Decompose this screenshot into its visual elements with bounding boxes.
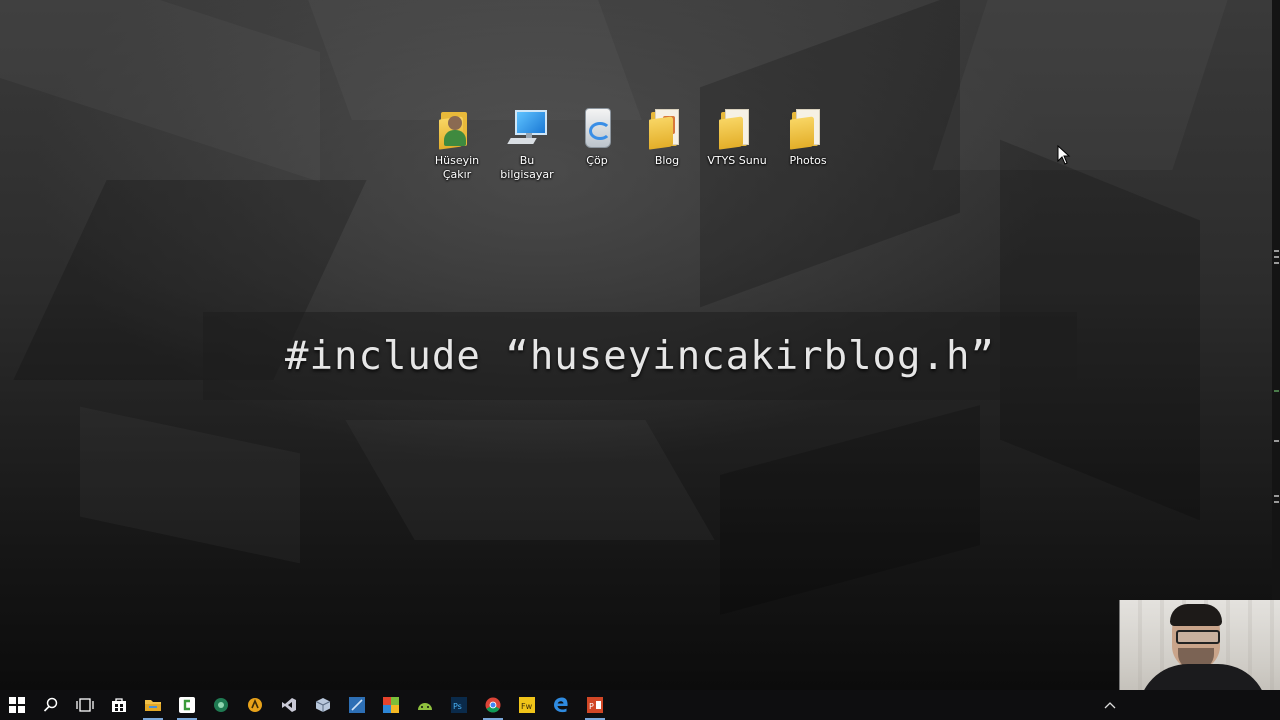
desktop-icon-vtys-sunu[interactable]: VTYS Sunu (702, 106, 772, 168)
show-hidden-icons-button[interactable] (1100, 690, 1120, 720)
blue-app-icon (349, 697, 365, 713)
folder-icon (786, 106, 830, 150)
edge-icon (554, 697, 568, 713)
chrome-button[interactable] (476, 690, 510, 720)
desktop-icon-recycle-bin[interactable]: Çöp (562, 106, 632, 168)
app-colorful-button[interactable] (374, 690, 408, 720)
desktop-icon-label: Çöp (586, 154, 608, 167)
wallpaper-facet (80, 407, 300, 564)
edge-button[interactable] (544, 690, 578, 720)
desktop-icon-photos[interactable]: Photos (773, 106, 843, 168)
yellow-app-icon (248, 698, 262, 712)
desktop-icon-label: Photos (789, 154, 827, 167)
android-button[interactable] (408, 690, 442, 720)
wallpaper-facet (308, 0, 642, 120)
visual-studio-button[interactable] (272, 690, 306, 720)
wallpaper-facet (0, 0, 320, 182)
search-button[interactable] (34, 690, 68, 720)
recycle-bin-icon (575, 106, 619, 150)
start-button[interactable] (0, 690, 34, 720)
computer-icon (505, 106, 549, 150)
desktop-icon-label: Çakır (442, 168, 472, 181)
powerpoint-button[interactable]: P (578, 690, 612, 720)
glasses (1176, 630, 1220, 644)
android-icon (418, 703, 432, 710)
folder-icon (645, 106, 689, 150)
search-icon (43, 697, 58, 712)
file-explorer-button[interactable] (136, 690, 170, 720)
desktop-icon-user-folder[interactable]: Hüseyin Çakır (422, 106, 492, 182)
app-blue-button[interactable] (340, 690, 374, 720)
app-yellow-button[interactable] (238, 690, 272, 720)
svg-text:P: P (589, 702, 594, 711)
svg-text:Fw: Fw (521, 702, 533, 711)
windows-logo-icon (9, 697, 25, 713)
wallpaper-facet (932, 0, 1227, 170)
code-banner: #include “huseyincakirblog.h” (203, 312, 1077, 400)
taskbar: Ps Fw P (0, 690, 1280, 720)
green-app-icon (214, 698, 228, 712)
desktop-icon-label: Bu bilgisayar (500, 154, 554, 181)
visual-studio-icon (282, 698, 296, 712)
multicolor-app-icon (383, 697, 399, 713)
wallpaper-facet (720, 405, 980, 615)
chrome-icon (485, 697, 501, 713)
camtasia-icon (179, 697, 195, 713)
desktop-icon-blog[interactable]: Blog (632, 106, 702, 168)
file-explorer-icon (145, 700, 161, 711)
svg-text:Ps: Ps (453, 702, 462, 711)
app-cube-button[interactable] (306, 690, 340, 720)
chevron-up-icon (1104, 702, 1116, 709)
desktop-icon-label: VTYS Sunu (707, 154, 767, 167)
side-strip (1272, 0, 1280, 600)
desktop-background: Hüseyin Çakır Bu bilgisayar Çöp Blog VTY… (0, 0, 1280, 720)
wallpaper-facet (345, 420, 714, 540)
user-folder-icon (435, 106, 479, 150)
fireworks-button[interactable]: Fw (510, 690, 544, 720)
task-view-icon (76, 698, 94, 712)
folder-icon (715, 106, 759, 150)
banner-text: #include “huseyincakirblog.h” (285, 333, 995, 379)
task-view-button[interactable] (68, 690, 102, 720)
cube-icon (315, 698, 331, 712)
store-icon (112, 698, 126, 712)
app-green-button[interactable] (204, 690, 238, 720)
fireworks-icon: Fw (519, 697, 535, 713)
desktop-icon-this-pc[interactable]: Bu bilgisayar (492, 106, 562, 182)
powerpoint-icon: P (587, 697, 603, 713)
desktop-icon-label: Hüseyin (434, 154, 480, 167)
photoshop-icon: Ps (451, 697, 467, 713)
store-button[interactable] (102, 690, 136, 720)
mouse-pointer-icon (1057, 145, 1071, 165)
photoshop-button[interactable]: Ps (442, 690, 476, 720)
camtasia-button[interactable] (170, 690, 204, 720)
desktop-icon-label: Blog (654, 154, 680, 167)
